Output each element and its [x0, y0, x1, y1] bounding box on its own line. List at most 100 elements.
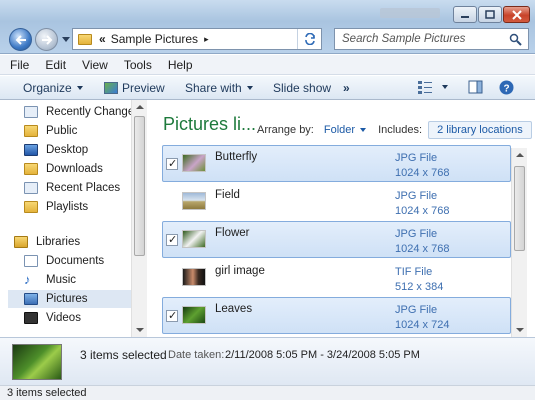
row-checkbox[interactable] [166, 157, 178, 170]
help-button[interactable]: ? [499, 80, 514, 95]
nav-item-public[interactable]: Public [24, 122, 132, 140]
file-type: JPG File 1024 x 768 [395, 189, 449, 219]
file-dimensions: 512 x 384 [395, 281, 444, 293]
views-dropdown-icon [442, 85, 448, 89]
preview-icon [104, 82, 118, 94]
nav-item-videos[interactable]: Videos [24, 309, 132, 327]
share-with-label: Share with [185, 81, 242, 95]
nav-item-playlists[interactable]: Playlists [24, 198, 132, 216]
arrange-bar: Arrange by: Folder Includes: 2 library l… [257, 121, 532, 139]
file-type: JPG File 1024 x 724 [395, 303, 449, 333]
file-row-butterfly[interactable]: Butterfly JPG File 1024 x 768 [162, 145, 511, 182]
date-taken-value[interactable]: 2/11/2008 5:05 PM - 3/24/2008 5:05 PM [225, 349, 420, 361]
library-locations-link[interactable]: 2 library locations [428, 121, 532, 139]
nav-item-music[interactable]: ♪ Music [24, 271, 132, 289]
music-icon: ♪ [24, 272, 31, 287]
recent-icon [24, 106, 38, 118]
organize-label: Organize [23, 81, 72, 95]
nav-scroll-thumb[interactable] [134, 116, 145, 256]
minimize-icon [461, 15, 469, 18]
preview-button[interactable]: Preview [104, 81, 165, 95]
recent-places-icon [24, 182, 38, 194]
maximize-button[interactable] [478, 6, 502, 23]
forward-arrow-icon [41, 34, 52, 45]
folder-icon [24, 201, 38, 213]
preview-pane-button[interactable] [468, 80, 483, 94]
nav-item-label: Documents [46, 255, 105, 267]
libraries-icon [14, 236, 28, 248]
share-with-button[interactable]: Share with [185, 81, 253, 95]
address-location[interactable]: Sample Pictures [111, 32, 198, 46]
file-row-girl-image[interactable]: girl image TIF File 512 x 384 [162, 259, 511, 296]
organize-button[interactable]: Organize [23, 81, 83, 95]
includes-label: Includes: [378, 124, 423, 136]
nav-item-pictures[interactable]: Pictures [8, 290, 131, 308]
nav-item-libraries[interactable]: Libraries [14, 233, 122, 251]
arrange-by-dropdown[interactable]: Folder [324, 124, 367, 136]
change-view-button[interactable] [417, 80, 448, 94]
details-pane: 3 items selected Date taken: 2/11/2008 5… [0, 337, 535, 385]
recent-pages-dropdown[interactable] [62, 37, 70, 42]
date-taken-label: Date taken: [168, 349, 225, 361]
forward-button[interactable] [35, 28, 58, 51]
search-icon[interactable] [509, 33, 522, 46]
menu-bar: File Edit View Tools Help [0, 55, 535, 75]
file-dimensions: 1024 x 768 [395, 167, 450, 179]
field-thumbnail [182, 192, 206, 210]
menu-help[interactable]: Help [168, 58, 193, 72]
nav-item-desktop[interactable]: Desktop [24, 141, 132, 159]
leaves-thumbnail [182, 306, 206, 324]
menu-file[interactable]: File [10, 58, 29, 72]
file-row-leaves[interactable]: Leaves JPG File 1024 x 724 [162, 297, 511, 334]
nav-item-documents[interactable]: Documents [24, 252, 132, 270]
folder-icon [24, 125, 38, 137]
address-overflow[interactable]: « [99, 32, 106, 46]
nav-item-label: Libraries [36, 236, 81, 248]
row-checkbox[interactable] [166, 309, 178, 322]
nav-item-recently-changed[interactable]: Recently Changed [24, 103, 132, 121]
nav-item-label: Music [46, 274, 77, 286]
desktop-icon [24, 144, 38, 156]
file-type-text: TIF File [395, 266, 433, 278]
scroll-down-icon[interactable] [136, 328, 144, 332]
address-bar[interactable]: « Sample Pictures ▸ [72, 28, 322, 50]
nav-item-label: Pictures [46, 293, 88, 305]
scroll-down-icon[interactable] [516, 328, 524, 332]
file-type-text: JPG File [395, 304, 438, 316]
command-bar: Organize Preview Share with Slide show »… [0, 76, 535, 100]
row-checkbox[interactable] [166, 233, 178, 246]
nav-item-recent-places[interactable]: Recent Places [24, 179, 132, 197]
nav-item-label: Playlists [46, 201, 89, 213]
slide-show-button[interactable]: Slide show [273, 81, 331, 95]
minimize-button[interactable] [453, 6, 477, 23]
nav-item-label: Public [46, 125, 78, 137]
navigation-pane: Recently Changed Public Desktop Download… [0, 100, 147, 337]
scroll-up-icon[interactable] [516, 153, 524, 157]
nav-item-downloads[interactable]: Downloads [24, 160, 132, 178]
menu-edit[interactable]: Edit [45, 58, 66, 72]
file-type: JPG File 1024 x 768 [395, 151, 449, 181]
girl-image-thumbnail [182, 268, 206, 286]
file-list-scrollbar[interactable] [511, 148, 527, 337]
file-list-scroll-thumb[interactable] [514, 166, 525, 251]
more-commands-button[interactable]: » [343, 81, 350, 95]
menu-tools[interactable]: Tools [124, 58, 152, 72]
svg-text:?: ? [503, 84, 509, 95]
preview-label: Preview [122, 81, 165, 95]
views-icon [418, 81, 432, 94]
scroll-up-icon[interactable] [136, 105, 144, 109]
selection-count: 3 items selected [80, 348, 167, 362]
nav-scrollbar[interactable] [131, 100, 147, 337]
file-dimensions: 1024 x 724 [395, 319, 450, 331]
more-commands-label: » [343, 81, 350, 95]
file-row-field[interactable]: Field JPG File 1024 x 768 [162, 183, 511, 220]
menu-view[interactable]: View [82, 58, 108, 72]
refresh-button[interactable] [297, 29, 321, 49]
back-button[interactable] [9, 28, 32, 51]
address-arrow[interactable]: ▸ [204, 34, 209, 45]
file-row-flower[interactable]: Flower JPG File 1024 x 768 [162, 221, 511, 258]
search-input[interactable]: Search Sample Pictures [334, 28, 529, 50]
close-button[interactable] [503, 6, 530, 23]
title-bar: « Sample Pictures ▸ Search Sample Pictur… [0, 0, 535, 54]
file-name: Leaves [215, 303, 253, 315]
